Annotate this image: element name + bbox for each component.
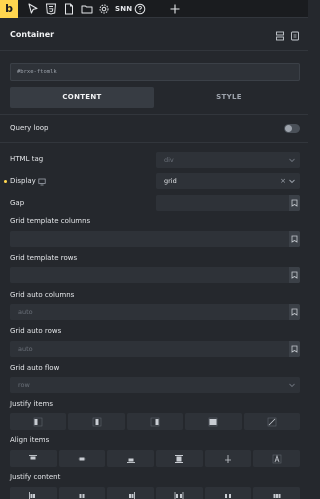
- align-items-label: Align items: [10, 436, 50, 444]
- html-tag-select[interactable]: div: [156, 152, 300, 168]
- tab-content[interactable]: CONTENT: [10, 87, 154, 108]
- section-divider: [0, 114, 308, 115]
- justify-items-end-button[interactable]: [126, 413, 184, 430]
- justify-content-group: [10, 487, 301, 499]
- grid-template-rows-label: Grid template rows: [10, 254, 78, 262]
- html-tag-value: div: [164, 156, 174, 164]
- justify-items-group: [10, 413, 301, 430]
- align-items-center-button[interactable]: [58, 450, 106, 467]
- chevron-down-icon: [288, 156, 296, 164]
- justify-items-stretch-button[interactable]: [185, 413, 242, 430]
- align-items-start-button[interactable]: [10, 450, 57, 467]
- gap-input[interactable]: [156, 195, 300, 211]
- plus-icon[interactable]: [169, 3, 181, 15]
- modified-indicator-dot: [4, 180, 7, 183]
- justify-content-space-around-button[interactable]: [204, 487, 252, 499]
- grid-auto-rows-placeholder: auto: [18, 345, 33, 353]
- display-value: grid: [164, 177, 177, 185]
- align-items-end-button[interactable]: [107, 450, 155, 467]
- grid-auto-flow-label: Grid auto flow: [10, 364, 60, 372]
- snn-plugin-label[interactable]: SNN: [115, 3, 132, 15]
- variable-picker-button[interactable]: [289, 304, 300, 320]
- grid-auto-flow-select[interactable]: row: [10, 377, 300, 393]
- justify-content-end-button[interactable]: [107, 487, 155, 499]
- tab-style[interactable]: STYLE: [158, 87, 300, 108]
- grid-auto-rows-input[interactable]: auto: [10, 341, 300, 357]
- justify-content-space-between-button[interactable]: [156, 487, 203, 499]
- html5-icon[interactable]: [45, 3, 57, 15]
- gear-icon[interactable]: [98, 3, 110, 15]
- css-id-field[interactable]: #brxe-ftomlk: [10, 63, 300, 81]
- justify-items-center-button[interactable]: [68, 413, 125, 430]
- grid-auto-flow-value: row: [18, 381, 30, 389]
- grid-auto-rows-label: Grid auto rows: [10, 327, 62, 335]
- variable-picker-button[interactable]: [289, 341, 300, 357]
- chevron-down-icon: [288, 177, 296, 185]
- toggle-knob: [285, 125, 292, 132]
- gap-label: Gap: [10, 199, 25, 207]
- query-loop-toggle[interactable]: [284, 124, 300, 133]
- justify-content-space-evenly-button[interactable]: [253, 487, 301, 499]
- grid-template-columns-label: Grid template columns: [10, 217, 91, 225]
- justify-content-label: Justify content: [10, 473, 61, 481]
- align-items-baseline-button[interactable]: [204, 450, 252, 467]
- section-divider: [0, 142, 308, 143]
- align-items-unset-button[interactable]: [253, 450, 301, 467]
- align-items-stretch-button[interactable]: [156, 450, 203, 467]
- display-select[interactable]: grid ×: [156, 173, 300, 189]
- justify-content-center-button[interactable]: [58, 487, 106, 499]
- help-icon[interactable]: [134, 3, 146, 15]
- element-info-icon[interactable]: [290, 31, 300, 41]
- bricks-logo[interactable]: b: [0, 0, 18, 18]
- display-label: Display: [10, 177, 36, 185]
- panel-header: Container: [0, 19, 308, 51]
- folder-icon[interactable]: [81, 3, 93, 15]
- page-icon[interactable]: [63, 3, 75, 15]
- chevron-down-icon: [288, 381, 296, 389]
- panel-title: Container: [10, 30, 55, 39]
- grid-template-columns-input[interactable]: [10, 231, 300, 247]
- grid-auto-columns-label: Grid auto columns: [10, 291, 75, 299]
- grid-auto-columns-placeholder: auto: [18, 308, 33, 316]
- justify-items-unset-button[interactable]: [243, 413, 301, 430]
- grid-template-rows-input[interactable]: [10, 267, 300, 283]
- clear-icon[interactable]: ×: [280, 173, 286, 189]
- align-items-group: [10, 450, 301, 467]
- justify-items-label: Justify items: [10, 400, 54, 408]
- variable-picker-button[interactable]: [289, 267, 300, 283]
- structure-icon[interactable]: [275, 31, 285, 41]
- query-loop-label: Query loop: [10, 124, 49, 132]
- justify-items-start-button[interactable]: [10, 413, 67, 430]
- cursor-icon[interactable]: [27, 3, 39, 15]
- responsive-desktop-icon[interactable]: [38, 178, 46, 186]
- justify-content-start-button[interactable]: [10, 487, 57, 499]
- grid-auto-columns-input[interactable]: auto: [10, 304, 300, 320]
- html-tag-label: HTML tag: [10, 155, 44, 163]
- variable-picker-button[interactable]: [289, 231, 300, 247]
- variable-picker-button[interactable]: [289, 195, 300, 211]
- top-toolbar: b SNN: [0, 0, 308, 18]
